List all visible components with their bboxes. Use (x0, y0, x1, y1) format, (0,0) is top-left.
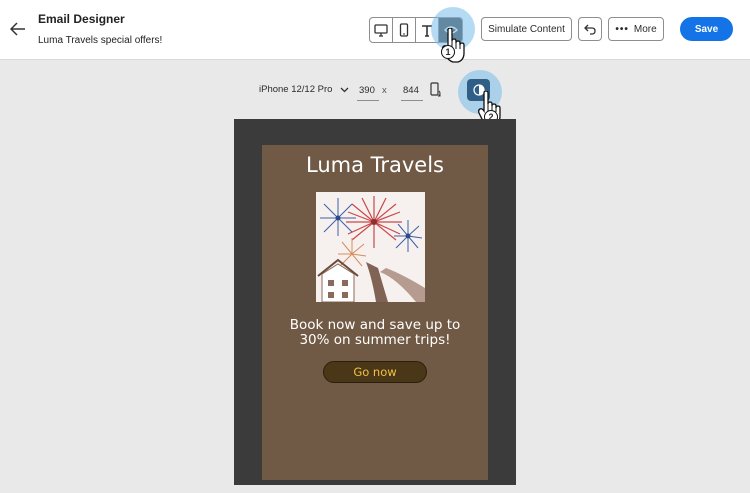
simulate-content-button[interactable]: Simulate Content (481, 17, 572, 41)
app-title: Email Designer (38, 12, 125, 26)
width-input[interactable] (357, 80, 379, 101)
undo-icon (584, 24, 596, 35)
dimension-separator: x (382, 85, 387, 96)
email-promo-line1: Book now and save up to (289, 317, 461, 333)
fireworks-illustration (316, 192, 425, 303)
mobile-icon (399, 23, 409, 37)
email-title: Luma Travels (305, 153, 444, 177)
header-bar: Email Designer Luma Travels special offe… (0, 0, 750, 60)
device-label: iPhone 12/12 Pro (259, 84, 333, 95)
go-now-button[interactable]: Go now (323, 361, 427, 383)
height-input[interactable] (401, 80, 423, 101)
more-icon: ••• (615, 23, 629, 35)
mobile-view-button[interactable] (393, 18, 416, 42)
email-promo-text: Book now and save up to 30% on summer tr… (262, 318, 488, 348)
desktop-icon (374, 23, 388, 37)
fireworks-image (316, 192, 425, 303)
arrow-left-icon (10, 22, 25, 36)
more-label: More (633, 23, 657, 35)
save-button[interactable]: Save (680, 17, 733, 41)
rotate-device-icon[interactable] (430, 82, 442, 98)
back-button[interactable] (8, 19, 28, 39)
more-button[interactable]: ••• More (608, 17, 664, 41)
campaign-subtitle: Luma Travels special offers! (38, 35, 163, 46)
email-promo-line2: 30% on summer trips! (299, 332, 451, 348)
chevron-down-icon (340, 87, 349, 92)
desktop-view-button[interactable] (370, 18, 393, 42)
undo-button[interactable] (578, 17, 602, 41)
step-badge-1: 1 (441, 45, 455, 59)
device-picker[interactable]: iPhone 12/12 Pro (259, 84, 349, 95)
